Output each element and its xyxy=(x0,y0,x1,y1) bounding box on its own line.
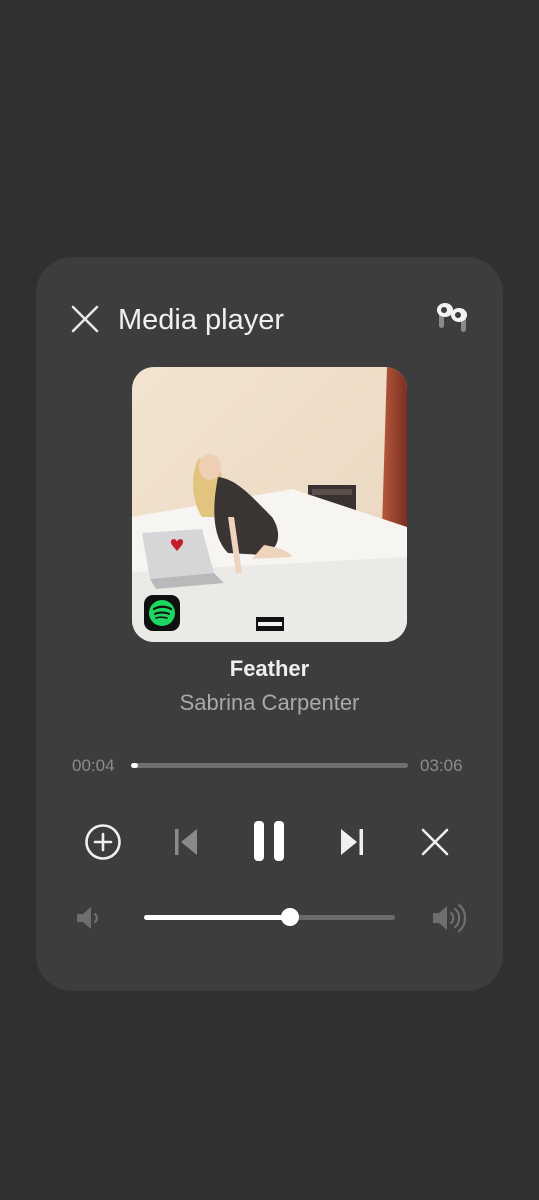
volume-low-icon[interactable] xyxy=(74,904,102,932)
earbuds-icon[interactable] xyxy=(434,298,472,336)
artist-name: Sabrina Carpenter xyxy=(179,690,360,715)
close-icon[interactable] xyxy=(70,304,100,334)
current-time: 00:04 xyxy=(72,756,115,775)
plus-circle-icon[interactable] xyxy=(84,823,122,861)
pause-icon[interactable] xyxy=(252,820,286,862)
song-title: Feather xyxy=(229,656,310,681)
volume-slider[interactable] xyxy=(144,908,395,926)
album-art xyxy=(132,367,407,642)
volume-high-icon[interactable] xyxy=(430,902,468,934)
dismiss-icon[interactable] xyxy=(420,827,450,857)
total-time: 03:06 xyxy=(420,756,463,775)
page-title: Media player xyxy=(118,304,285,336)
volume-thumb[interactable] xyxy=(280,908,299,926)
skip-previous-icon[interactable] xyxy=(172,827,200,857)
progress-bar[interactable] xyxy=(131,763,408,768)
progress-fill xyxy=(131,763,138,768)
volume-fill xyxy=(144,915,290,920)
skip-next-icon[interactable] xyxy=(338,827,366,857)
